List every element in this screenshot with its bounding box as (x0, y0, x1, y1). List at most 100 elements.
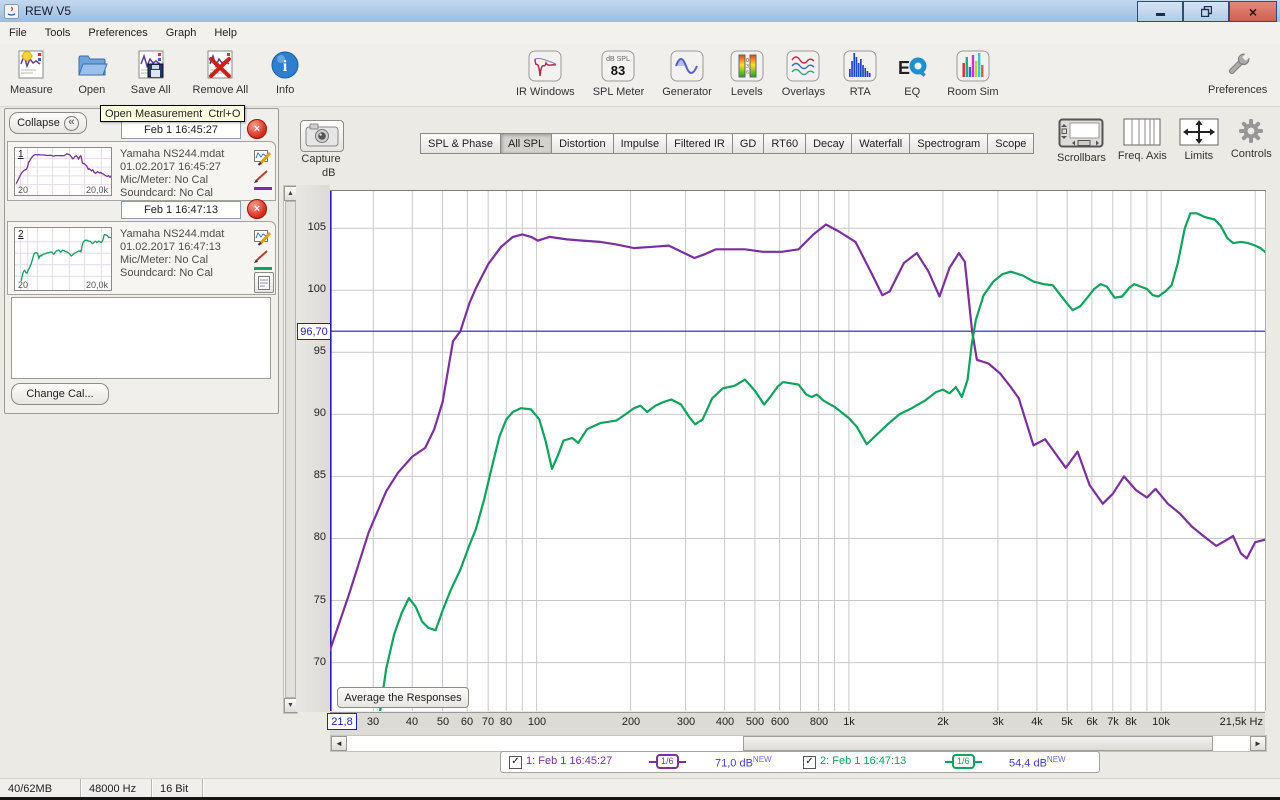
menu-help[interactable]: Help (205, 24, 246, 42)
edit-measurement-icon[interactable] (254, 228, 272, 246)
toolbar-button-spl-meter[interactable]: dB SPL83SPL Meter (589, 48, 649, 100)
toolbar-button-open[interactable]: Open (71, 48, 113, 98)
scrollbars-button[interactable]: Scrollbars (1057, 118, 1106, 164)
rta-icon (843, 50, 877, 85)
toolbar-button-measure[interactable]: Measure (6, 48, 57, 98)
levels-icon: 036 (730, 50, 764, 85)
info-icon: i (270, 50, 300, 83)
main-toolbar: Measure Open Save All Remove All iInfo IR Wi… (0, 44, 1280, 107)
toolbar-button-remove-all[interactable]: Remove All (189, 48, 253, 98)
scroll-left-icon[interactable]: ◄ (331, 736, 347, 751)
svg-text:dB SPL: dB SPL (607, 56, 631, 63)
limits-button[interactable]: Limits (1179, 118, 1219, 164)
delete-measurement-button-1[interactable]: × (247, 119, 267, 139)
toolbar-button-info[interactable]: iInfo (266, 48, 304, 98)
average-responses-button[interactable]: Average the Responses (337, 687, 469, 708)
measurement-card-2[interactable]: 2 20 20,0k Yamaha NS244.mdat 01.02.2017 … (7, 221, 276, 295)
tab-waterfall[interactable]: Waterfall (851, 133, 910, 154)
measurement-name-field-1[interactable] (121, 121, 241, 139)
toolbar-button-overlays[interactable]: Overlays (778, 48, 829, 100)
title-bar[interactable]: REW V5 × (0, 0, 1280, 23)
edit-measurement-icon[interactable] (254, 148, 272, 166)
toolbar-button-save-all[interactable]: Save All (127, 48, 175, 98)
save-all-icon (135, 50, 167, 83)
measurement-soundcard-cal: Soundcard: No Cal (120, 187, 250, 199)
bit-depth-status: 16 Bit (152, 779, 203, 798)
measurement-card-1[interactable]: 1 20 20,0k Yamaha NS244.mdat 01.02.2017 … (7, 141, 276, 201)
x-tick-label: 6k (1086, 716, 1098, 728)
x-tick-label: 400 (716, 716, 734, 728)
close-button[interactable]: × (1229, 1, 1277, 22)
trace-2-smoothing[interactable]: 1/6 (945, 754, 982, 769)
trace-1-smoothing[interactable]: 1/6 (649, 754, 686, 769)
capture-label: Capture (300, 153, 342, 165)
measurement-file: Yamaha NS244.mdat (120, 228, 250, 240)
menu-file[interactable]: File (0, 24, 36, 42)
x-tick-label: 70 (482, 716, 494, 728)
thumb-freq-max: 20,0k (86, 185, 108, 195)
measurement-thumbnail-2[interactable]: 2 20 20,0k (14, 227, 112, 291)
menu-preferences[interactable]: Preferences (79, 24, 156, 42)
scroll-right-icon[interactable]: ► (1250, 736, 1266, 751)
capture-button[interactable] (300, 120, 344, 152)
eq-icon: E (895, 50, 929, 85)
controls-button[interactable]: Controls (1231, 118, 1272, 164)
menu-graph[interactable]: Graph (157, 24, 206, 42)
toolbar-button-rta[interactable]: RTA (839, 48, 881, 100)
toolbar-button-eq[interactable]: EEQ (891, 48, 933, 100)
minimize-button[interactable] (1137, 1, 1183, 22)
preferences-icon (1223, 50, 1253, 83)
toolbar-button-levels[interactable]: 036Levels (726, 48, 768, 100)
tab-impulse[interactable]: Impulse (613, 133, 668, 154)
collapse-chevron-icon: « (64, 116, 79, 131)
tab-spl-phase[interactable]: SPL & Phase (420, 133, 501, 154)
change-cal-button[interactable]: Change Cal... (11, 383, 109, 405)
generator-icon (670, 50, 704, 85)
measurement-name-field-2[interactable] (121, 201, 241, 219)
toolbar-button-ir-windows[interactable]: IR Windows (512, 48, 579, 100)
collapse-button[interactable]: Collapse « (9, 112, 87, 134)
tab-all-spl[interactable]: All SPL (500, 133, 552, 154)
notes-icon[interactable] (254, 272, 274, 293)
toolbar-button-preferences[interactable]: Preferences (1204, 48, 1271, 98)
toolbar-button-generator[interactable]: Generator (658, 48, 716, 100)
tab-spectrogram[interactable]: Spectrogram (909, 133, 988, 154)
menu-tools[interactable]: Tools (36, 24, 80, 42)
measurement-thumbnail-1[interactable]: 1 20 20,0k (14, 147, 112, 196)
y-tick-label: 70 (314, 656, 326, 668)
restore-button[interactable] (1183, 1, 1229, 22)
measurement-number: 2 (18, 229, 24, 240)
trace-settings-icon[interactable] (254, 170, 272, 188)
tab-decay[interactable]: Decay (805, 133, 852, 154)
trace-2-checkbox[interactable]: ✓ (803, 756, 816, 769)
status-bar: 40/62MB 48000 Hz 16 Bit (0, 778, 1280, 798)
horizontal-scrollbar[interactable]: ◄ ► (330, 735, 1267, 752)
cursor-freq-readout: 21,8 (327, 713, 357, 730)
tab-scope[interactable]: Scope (987, 133, 1034, 154)
tab-filtered-ir[interactable]: Filtered IR (666, 133, 733, 154)
spl-plot[interactable] (330, 190, 1266, 711)
x-tick-label: 50 (437, 716, 449, 728)
tab-distortion[interactable]: Distortion (551, 133, 613, 154)
trace-2-value: 54,4 dBNEW (1009, 755, 1066, 770)
freq-axis-icon (1123, 118, 1161, 149)
delete-measurement-button-2[interactable]: × (247, 199, 267, 219)
hscroll-thumb[interactable] (743, 736, 1213, 751)
x-tick-label: 300 (677, 716, 695, 728)
x-tick-label: 21,5k Hz (1220, 716, 1263, 728)
trace-1-checkbox[interactable]: ✓ (509, 756, 522, 769)
measurement-datetime: 01.02.2017 16:47:13 (120, 241, 250, 253)
x-tick-label: 1k (843, 716, 855, 728)
vscroll-thumb[interactable] (285, 201, 296, 698)
graph-tabs: SPL & PhaseAll SPLDistortionImpulseFilte… (421, 133, 1034, 154)
toolbar-button-room-sim[interactable]: Room Sim (943, 48, 1002, 100)
trace-settings-icon[interactable] (254, 250, 272, 268)
notes-textarea[interactable] (11, 297, 271, 379)
freq-axis-button[interactable]: Freq. Axis (1118, 118, 1167, 164)
x-tick-label: 800 (810, 716, 828, 728)
svg-text:i: i (283, 58, 288, 75)
tab-gd[interactable]: GD (732, 133, 765, 154)
java-icon (4, 4, 19, 19)
x-tick-label: 600 (771, 716, 789, 728)
tab-rt60[interactable]: RT60 (763, 133, 806, 154)
